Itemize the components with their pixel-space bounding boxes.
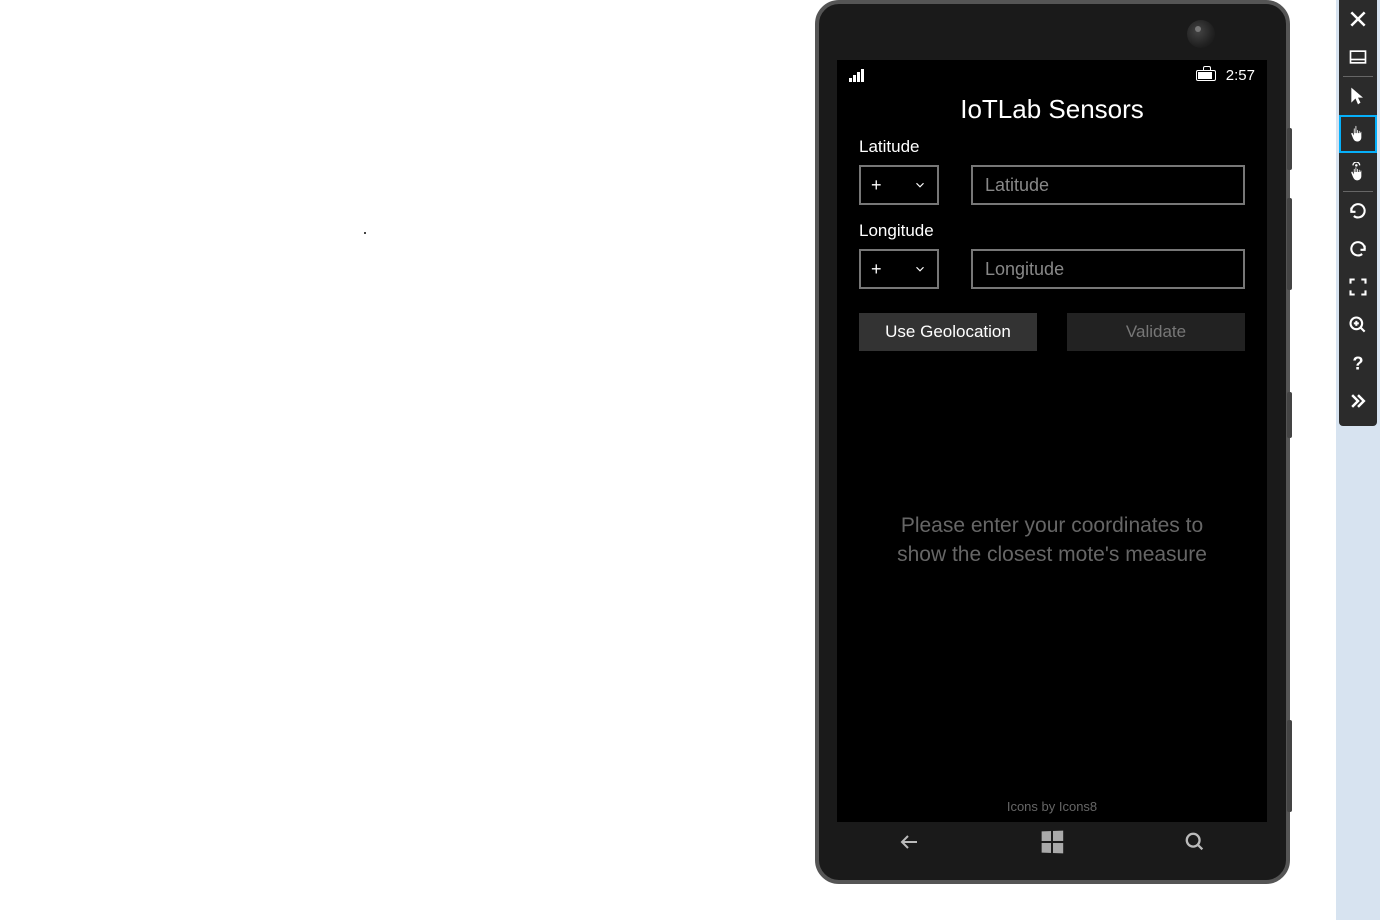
- longitude-label: Longitude: [859, 221, 1245, 241]
- minimize-icon: [1348, 47, 1368, 67]
- hw-button: [1287, 128, 1292, 170]
- hand-point-icon: [1348, 124, 1368, 144]
- latitude-label: Latitude: [859, 137, 1245, 157]
- rotate-right-button[interactable]: [1339, 230, 1377, 268]
- expand-tools-button[interactable]: [1339, 382, 1377, 420]
- search-button[interactable]: [1181, 828, 1209, 856]
- latitude-input[interactable]: [971, 165, 1245, 205]
- hw-button: [1287, 720, 1292, 812]
- zoom-button[interactable]: [1339, 306, 1377, 344]
- use-geolocation-button[interactable]: Use Geolocation: [859, 313, 1037, 351]
- hint-text: Please enter your coordinates to show th…: [859, 511, 1245, 570]
- close-button[interactable]: [1339, 0, 1377, 38]
- hand-tap-icon: [1348, 162, 1368, 182]
- close-icon: [1348, 9, 1368, 29]
- footer-credit: Icons by Icons8: [837, 799, 1267, 814]
- svg-text:?: ?: [1352, 353, 1363, 373]
- longitude-input[interactable]: [971, 249, 1245, 289]
- longitude-sign-select[interactable]: +: [859, 249, 939, 289]
- latitude-sign-select[interactable]: +: [859, 165, 939, 205]
- form-area: Latitude + Longitude + Use Geolocation: [837, 125, 1267, 570]
- chevron-down-icon: [913, 178, 927, 192]
- search-icon: [1184, 831, 1206, 853]
- rotate-ccw-icon: [1348, 201, 1368, 221]
- longitude-sign-value: +: [871, 259, 882, 280]
- hw-button: [1287, 198, 1292, 290]
- status-bar: 2:57: [837, 60, 1267, 90]
- help-button[interactable]: ?: [1339, 344, 1377, 382]
- rotate-cw-icon: [1348, 239, 1368, 259]
- cursor-icon: [1348, 86, 1368, 106]
- single-touch-button[interactable]: [1339, 115, 1377, 153]
- fit-screen-icon: [1348, 277, 1368, 297]
- mouse-mode-button[interactable]: [1339, 77, 1377, 115]
- app-title: IoTLab Sensors: [837, 94, 1267, 125]
- phone-frame: 2:57 IoTLab Sensors Latitude + Longitude…: [815, 0, 1290, 884]
- rotate-left-button[interactable]: [1339, 192, 1377, 230]
- fit-screen-button[interactable]: [1339, 268, 1377, 306]
- signal-icon: [849, 68, 864, 82]
- stray-dot: [364, 232, 366, 234]
- phone-nav-bar: [837, 814, 1267, 870]
- chevrons-right-icon: [1348, 391, 1368, 411]
- battery-icon: [1196, 70, 1216, 81]
- status-time: 2:57: [1226, 67, 1255, 84]
- minimize-button[interactable]: [1339, 38, 1377, 76]
- latitude-sign-value: +: [871, 175, 882, 196]
- windows-icon: [1042, 831, 1064, 854]
- zoom-in-icon: [1348, 315, 1368, 335]
- phone-screen: 2:57 IoTLab Sensors Latitude + Longitude…: [837, 60, 1267, 822]
- back-button[interactable]: [895, 828, 923, 856]
- validate-button[interactable]: Validate: [1067, 313, 1245, 351]
- emulator-toolbar: ?: [1339, 0, 1377, 426]
- home-button[interactable]: [1038, 828, 1066, 856]
- chevron-down-icon: [913, 262, 927, 276]
- back-icon: [897, 830, 921, 854]
- hw-button: [1287, 392, 1292, 438]
- help-icon: ?: [1348, 353, 1368, 373]
- multi-touch-button[interactable]: [1339, 153, 1377, 191]
- phone-camera: [1187, 20, 1215, 48]
